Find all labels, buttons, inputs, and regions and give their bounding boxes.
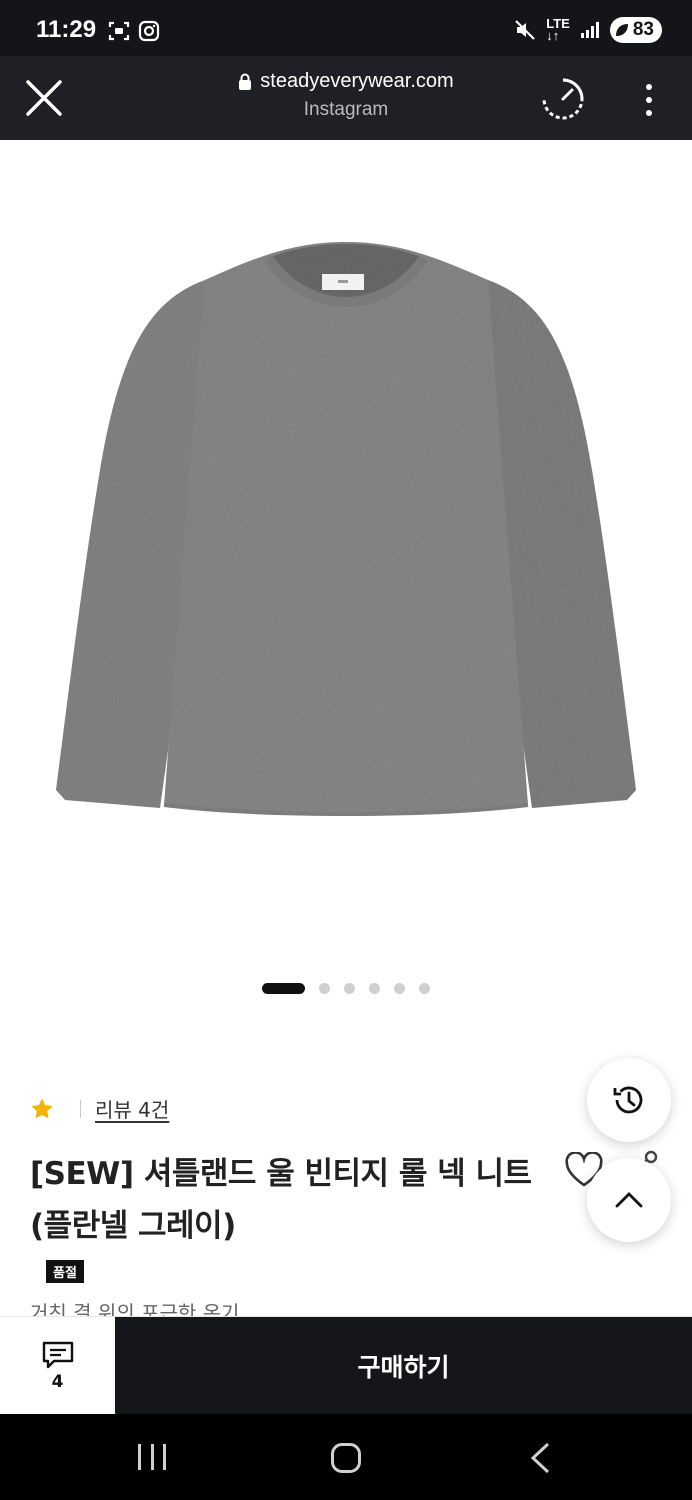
recents-icon <box>138 1444 141 1470</box>
sweater-illustration <box>56 242 636 817</box>
battery-level: 83 <box>632 19 654 40</box>
home-button[interactable] <box>331 1443 361 1473</box>
signal-icon <box>580 22 599 38</box>
star-icon <box>31 1098 53 1118</box>
product-image[interactable] <box>0 140 692 970</box>
carousel-dot[interactable] <box>419 983 430 994</box>
divider <box>80 1099 81 1118</box>
product-title: [SEW] 셔틀랜드 울 빈티지 롤 넥 니트 (플란넬 그레이) <box>30 1156 532 1244</box>
history-icon <box>613 1086 643 1114</box>
carousel-dot[interactable] <box>319 983 330 994</box>
url-text: steadyeverywear.com <box>260 70 454 92</box>
carousel-dot[interactable] <box>394 983 405 994</box>
bottom-action-bar: 4 구매하기 <box>0 1316 692 1415</box>
more-vert-icon <box>646 84 652 90</box>
carousel-dot[interactable] <box>344 983 355 994</box>
screenshot-icon <box>108 21 130 41</box>
review-link[interactable]: 리뷰 4건 <box>95 1094 169 1123</box>
source-app: Instagram <box>303 99 389 120</box>
status-time: 11:29 <box>36 16 97 43</box>
comment-count: 4 <box>51 1372 64 1392</box>
buy-button[interactable]: 구매하기 <box>115 1317 692 1415</box>
system-nav-bar <box>0 1414 692 1500</box>
browser-toolbar: steadyeverywear.com Instagram <box>0 56 692 140</box>
instagram-icon <box>138 20 160 42</box>
comment-button[interactable]: 4 <box>0 1317 115 1415</box>
battery-indicator: 83 <box>609 17 662 43</box>
speed-button[interactable] <box>540 76 586 122</box>
url-block[interactable]: steadyeverywear.com Instagram <box>150 70 542 121</box>
product-subtext: 거친 결 위의 포근한 온기 <box>30 1301 240 1316</box>
leaf-icon <box>615 24 628 36</box>
scroll-top-button[interactable] <box>587 1158 671 1242</box>
carousel-dot-active[interactable] <box>262 983 305 994</box>
close-icon <box>26 80 62 116</box>
speed-icon <box>542 78 584 120</box>
close-button[interactable] <box>22 76 66 120</box>
carousel-indicator <box>0 983 692 994</box>
status-bar: 11:29 LTE ↓↑ 83 <box>0 0 692 56</box>
network-type: LTE ↓↑ <box>546 16 570 43</box>
more-menu-button[interactable] <box>634 80 664 120</box>
carousel-dot[interactable] <box>369 983 380 994</box>
sold-out-badge: 품절 <box>46 1260 84 1283</box>
comment-icon <box>42 1341 73 1369</box>
back-icon <box>530 1442 550 1474</box>
recents-button[interactable] <box>138 1444 166 1470</box>
status-notification-icons <box>108 20 160 42</box>
status-system-icons: LTE ↓↑ 83 <box>514 17 662 43</box>
recently-viewed-button[interactable] <box>587 1058 671 1142</box>
mute-icon <box>515 20 536 40</box>
back-button[interactable] <box>528 1442 552 1474</box>
chevron-up-icon <box>615 1192 643 1208</box>
rating-row: 리뷰 4건 <box>30 1094 169 1123</box>
lock-icon <box>239 73 252 90</box>
